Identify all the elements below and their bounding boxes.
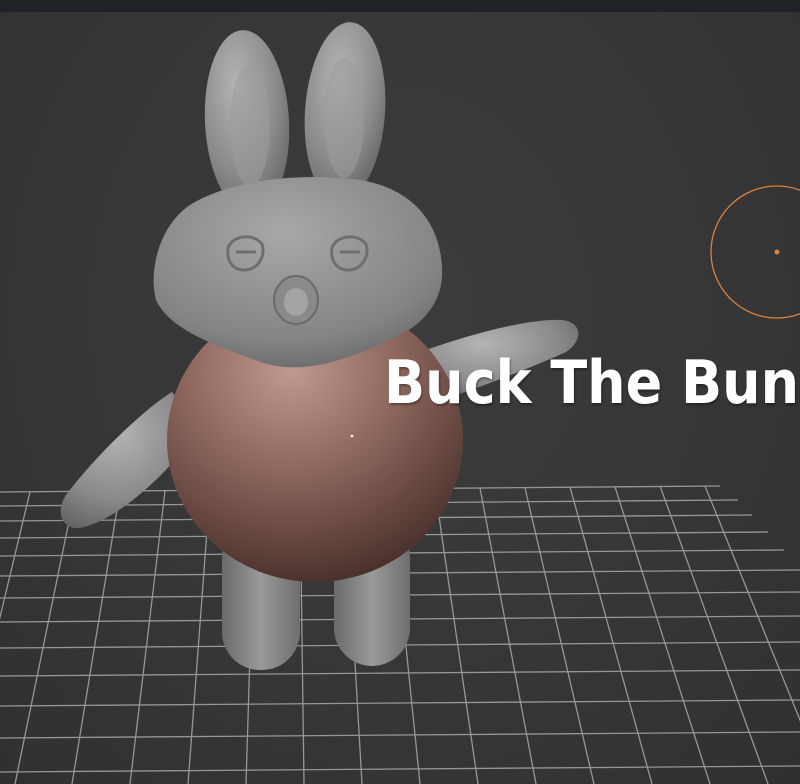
3d-cursor-icon[interactable] (710, 185, 800, 319)
3d-viewport[interactable]: Buck The Bunny (0, 0, 800, 784)
title-text: Buck The Bunny (384, 348, 800, 418)
bunny-mouth (273, 275, 319, 325)
object-origin-icon[interactable] (350, 434, 354, 438)
